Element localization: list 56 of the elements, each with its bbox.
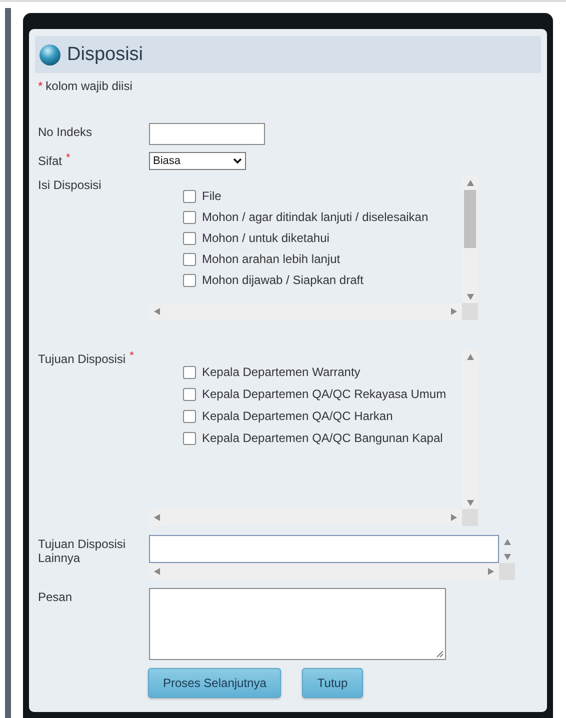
vertical-scrollbar[interactable] (462, 176, 478, 303)
other-recipient-field[interactable] (149, 535, 499, 563)
field-label: Tujuan Disposisi Lainnya (38, 536, 127, 565)
checkbox-square[interactable] (183, 232, 196, 244)
scroll-right-icon[interactable] (451, 308, 458, 315)
scroll-left-icon[interactable] (153, 308, 160, 315)
checkbox-square[interactable] (183, 274, 196, 286)
field-label: Pesan (38, 589, 72, 604)
checkbox-square[interactable] (183, 210, 196, 224)
checkbox-square[interactable] (183, 388, 196, 400)
checkbox-option[interactable]: Kepala Departemen QA/QC Bangunan Kapal (183, 431, 462, 445)
checkbox-option[interactable]: Kepala Departemen Warranty (183, 365, 462, 379)
scroll-down-icon[interactable] (504, 553, 510, 560)
field-label: Tujuan Disposisi (38, 351, 126, 366)
checkbox-option[interactable]: Kepala Departemen QA/QC Harkan (183, 409, 462, 423)
required-note: kolom wajib diisi (46, 79, 132, 93)
dropdown[interactable]: Biasa (149, 152, 246, 170)
message-field[interactable] (149, 588, 446, 660)
scroll-up-icon[interactable] (466, 353, 474, 360)
scroll-down-icon[interactable] (466, 499, 474, 506)
scroll-down-icon[interactable] (466, 293, 474, 300)
checkbox-square[interactable] (183, 252, 196, 266)
globe-icon (39, 44, 61, 66)
field-label: Isi Disposisi (38, 177, 102, 192)
required-marker: * (38, 79, 43, 93)
field-label: Sifat (38, 153, 62, 168)
proceed-button[interactable]: Proses Selanjutnya (148, 668, 282, 698)
checkbox-option[interactable]: Mohon / untuk diketahui (183, 231, 462, 245)
index-input[interactable] (149, 123, 265, 145)
horizontal-scrollbar[interactable] (149, 303, 462, 320)
checkbox-option[interactable]: File (183, 189, 462, 203)
scroll-up-icon[interactable] (504, 538, 510, 545)
vertical-scrollbar[interactable] (462, 350, 478, 509)
checkbox-square[interactable] (183, 190, 196, 202)
horizontal-scrollbar[interactable] (149, 509, 462, 526)
required-marker: * (130, 350, 134, 364)
checkbox-option[interactable]: Mohon arahan lebih lanjut (183, 252, 462, 266)
scrollbar-corner (499, 563, 515, 580)
scroll-left-icon[interactable] (153, 568, 160, 575)
scroll-up-icon[interactable] (466, 179, 474, 186)
field-label: No Indeks (38, 124, 92, 139)
scroll-right-icon[interactable] (451, 514, 458, 521)
checkbox-option[interactable]: Kepala Departemen QA/QC Rekayasa Umum (183, 387, 462, 401)
scroll-left-icon[interactable] (153, 514, 160, 521)
checkbox-square[interactable] (183, 366, 196, 378)
required-marker: * (66, 152, 70, 166)
resize-grip-icon (436, 650, 444, 658)
scroll-right-icon[interactable] (488, 568, 495, 575)
horizontal-scrollbar[interactable] (149, 563, 499, 580)
checkbox-option[interactable]: Mohon dijawab / Siapkan draft (183, 273, 462, 287)
checkbox-square[interactable] (183, 432, 196, 444)
checkbox-square[interactable] (183, 410, 196, 422)
close-button[interactable]: Tutup (302, 668, 363, 698)
dialog-title: Disposisi (67, 44, 144, 66)
chevron-down-icon (233, 158, 242, 164)
checkbox-option[interactable]: Mohon / agar ditindak lanjuti / diselesaikan (183, 210, 462, 224)
